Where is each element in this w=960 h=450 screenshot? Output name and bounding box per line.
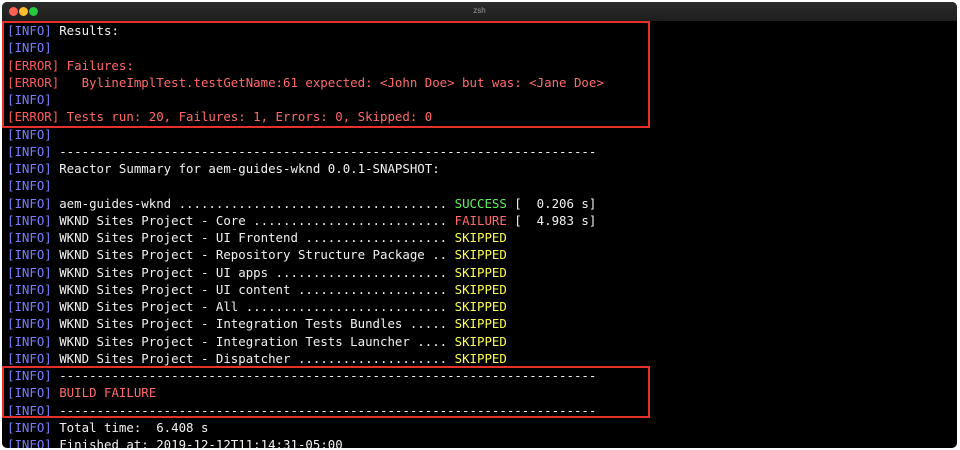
line-text: aem-guides-wknd ........................… (51, 195, 455, 211)
info-tag: [INFO] (7, 230, 52, 245)
terminal-line: [INFO] WKND Sites Project - Integration … (7, 315, 955, 332)
line-text: WKND Sites Project - Core ..............… (51, 212, 455, 228)
terminal-line: [INFO] WKND Sites Project - Core .......… (7, 212, 955, 229)
terminal-line: [INFO] WKND Sites Project - Dispatcher .… (7, 350, 955, 367)
terminal-line: [INFO] WKND Sites Project - All ........… (7, 298, 955, 315)
line-text: ----------------------------------------… (51, 143, 597, 159)
info-tag: [INFO] (7, 281, 52, 297)
info-tag: [INFO] (7, 195, 52, 211)
terminal-line: [INFO] aem-guides-wknd .................… (7, 195, 955, 212)
error-tag: [ERROR] (7, 57, 60, 73)
line-text: SKIPPED (454, 350, 507, 366)
terminal-output[interactable]: [INFO] Results: [INFO] [ERROR] Failures: [E… (7, 22, 955, 448)
info-tag: [INFO] (7, 385, 52, 401)
info-tag: [INFO] (7, 126, 52, 142)
line-text: SKIPPED (454, 299, 507, 314)
line-text: WKND Sites Project - Dispatcher ........… (51, 350, 455, 366)
info-tag: [INFO] (7, 178, 52, 194)
line-text: WKND Sites Project - UI content ........… (51, 281, 455, 297)
line-text: Total time: 6.408 s (51, 419, 209, 435)
line-text: WKND Sites Project - All ...............… (51, 299, 455, 314)
line-text: WKND Sites Project - Repository Structur… (51, 247, 455, 263)
info-tag: [INFO] (7, 419, 52, 435)
line-text: WKND Sites Project - UI Frontend .......… (51, 230, 455, 245)
info-tag: [INFO] (7, 40, 52, 56)
info-tag: [INFO] (7, 299, 52, 314)
title-bar: zsh (2, 2, 957, 21)
line-text: BUILD FAILURE (51, 385, 157, 401)
terminal-line: [INFO] (7, 91, 955, 108)
line-text: FAILURE (454, 212, 507, 228)
line-text: SKIPPED (454, 264, 507, 280)
line-text: SKIPPED (454, 316, 507, 332)
line-text: SUCCESS (454, 195, 507, 211)
line-text: SKIPPED (454, 333, 507, 349)
terminal-line: [ERROR] Tests run: 20, Failures: 1, Erro… (7, 108, 955, 125)
line-text: SKIPPED (454, 281, 507, 297)
terminal-line: [INFO] WKND Sites Project - Repository S… (7, 246, 955, 263)
info-tag: [INFO] (7, 212, 52, 228)
line-text: WKND Sites Project - Integration Tests B… (51, 316, 455, 332)
info-tag: [INFO] (7, 368, 52, 383)
line-text: Reactor Summary for aem-guides-wknd 0.0.… (51, 161, 440, 176)
line-text: ----------------------------------------… (51, 368, 597, 383)
info-tag: [INFO] (7, 264, 52, 280)
terminal-line: [INFO] WKND Sites Project - UI Frontend … (7, 229, 955, 246)
line-text: WKND Sites Project - UI apps ...........… (51, 264, 455, 280)
info-tag: [INFO] (7, 402, 52, 418)
terminal-line: [INFO] Reactor Summary for aem-guides-wk… (7, 160, 955, 177)
terminal-line: [INFO] WKND Sites Project - UI content .… (7, 281, 955, 298)
terminal-line: [ERROR] BylineImplTest.testGetName:61 ex… (7, 74, 955, 91)
terminal-line: [ERROR] Failures: (7, 57, 955, 74)
line-text: Finished at: 2019-12-12T11:14:31-05:00 (51, 437, 343, 448)
line-text: BylineImplTest.testGetName:61 expected: … (59, 74, 604, 90)
terminal-line: [INFO] ---------------------------------… (7, 367, 955, 384)
terminal-line: [INFO] (7, 177, 955, 194)
terminal-line: [INFO] ---------------------------------… (7, 143, 955, 160)
window-title: zsh (473, 6, 486, 15)
info-tag: [INFO] (7, 350, 52, 366)
terminal-line: [INFO] Results: (7, 22, 955, 39)
terminal-line: [INFO] (7, 126, 955, 143)
info-tag: [INFO] (7, 143, 52, 159)
terminal-line: [INFO] ---------------------------------… (7, 402, 955, 419)
line-text: Results: (51, 23, 119, 38)
info-tag: [INFO] (7, 92, 52, 107)
info-tag: [INFO] (7, 247, 52, 263)
info-tag: [INFO] (7, 161, 52, 176)
terminal-line: [INFO] Finished at: 2019-12-12T11:14:31-… (7, 436, 955, 448)
terminal-line: [INFO] (7, 39, 955, 56)
error-tag: [ERROR] (7, 109, 60, 125)
line-text: SKIPPED (454, 247, 507, 263)
terminal-line: [INFO] Total time: 6.408 s (7, 419, 955, 436)
info-tag: [INFO] (7, 437, 52, 448)
terminal-line: [INFO] BUILD FAILURE (7, 384, 955, 401)
line-text: [ 4.983 s] (506, 212, 597, 228)
line-text: Failures: (59, 57, 134, 73)
line-text: SKIPPED (454, 230, 507, 245)
info-tag: [INFO] (7, 333, 52, 349)
line-text: [ 0.206 s] (506, 195, 597, 211)
info-tag: [INFO] (7, 23, 52, 38)
line-text: WKND Sites Project - Integration Tests L… (51, 333, 455, 349)
info-tag: [INFO] (7, 316, 52, 332)
error-tag: [ERROR] (7, 74, 60, 90)
terminal-window: zsh [INFO] Results: [INFO] [ERROR] Failure… (2, 2, 957, 448)
terminal-line: [INFO] WKND Sites Project - Integration … (7, 333, 955, 350)
line-text: Tests run: 20, Failures: 1, Errors: 0, S… (59, 109, 433, 125)
terminal-line: [INFO] WKND Sites Project - UI apps ....… (7, 264, 955, 281)
line-text: ----------------------------------------… (51, 402, 597, 418)
